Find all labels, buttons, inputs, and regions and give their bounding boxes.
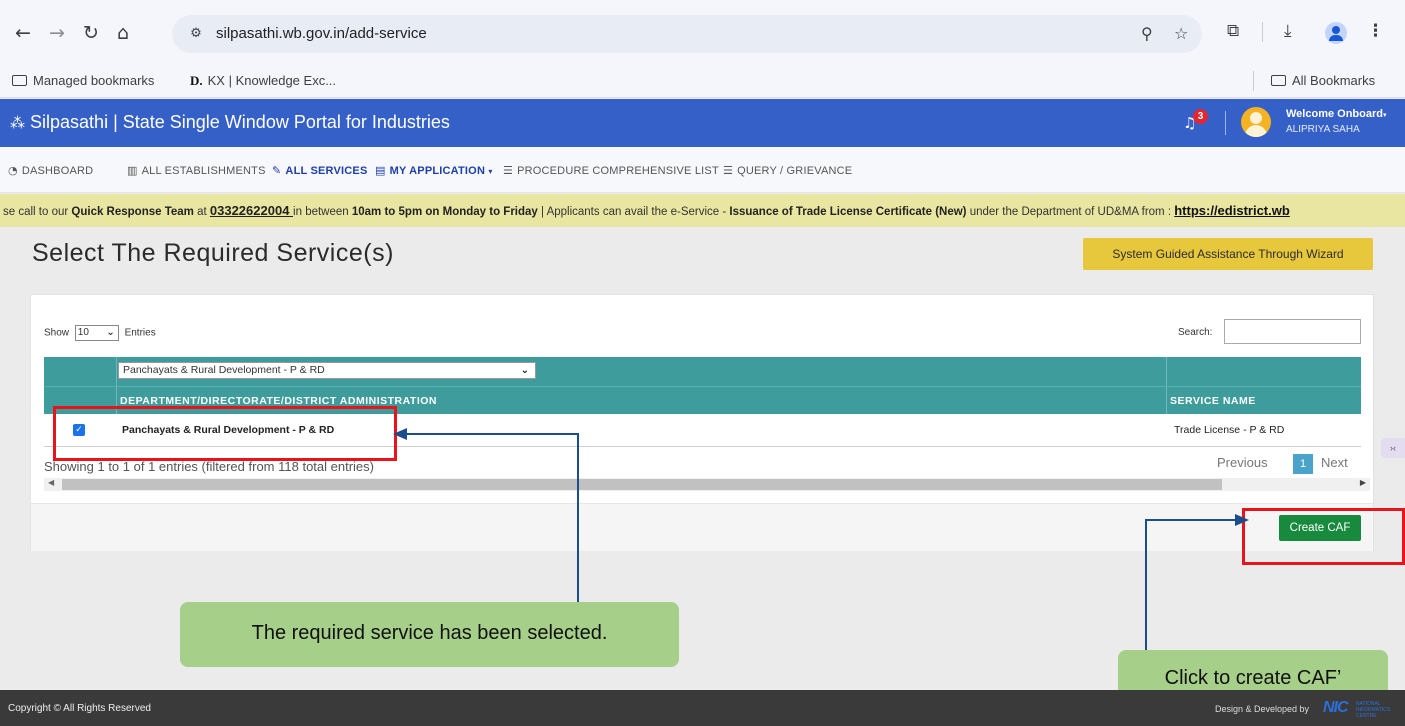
card-footer <box>31 503 1373 551</box>
show-entries: Show 10 ⌄ Entries <box>44 325 156 341</box>
chevron-down-icon: ⌄ <box>106 327 115 338</box>
menu-dashboard[interactable]: ◔ DASHBOARD <box>8 164 93 177</box>
arrow-left-icon <box>393 428 407 440</box>
search-label: Search: <box>1178 327 1213 338</box>
menu-query-grievance[interactable]: ☰ QUERY / GRIEVANCE <box>723 164 852 177</box>
table-info: Showing 1 to 1 of 1 entries (filtered fr… <box>44 459 374 474</box>
highlight-selected-row <box>53 406 397 461</box>
menu-procedure-list[interactable]: ☰ PROCEDURE COMPREHENSIVE LIST <box>503 164 719 177</box>
document-icon: ▤ <box>375 164 386 177</box>
pagination-page-1[interactable]: 1 <box>1293 454 1313 474</box>
highlight-create-caf <box>1242 508 1405 565</box>
page-title: Select The Required Service(s) <box>32 239 394 267</box>
all-bookmarks[interactable]: All Bookmarks <box>1271 73 1375 88</box>
menu-my-application[interactable]: ▤ MY APPLICATION ▾ <box>375 164 493 177</box>
annotation-line <box>1145 519 1147 651</box>
address-bar[interactable]: ⚙ silpasathi.wb.gov.in/add-service ⚲ ☆ <box>172 15 1202 53</box>
site-footer: Copyright © All Rights Reserved Design &… <box>0 690 1405 726</box>
annotation-line <box>406 433 578 435</box>
home-icon[interactable]: ⌂ <box>112 22 134 44</box>
marquee-text: se call to our Quick Response Team at 03… <box>3 203 1290 218</box>
reload-icon[interactable]: ↻ <box>80 22 102 44</box>
notification-badge: 3 <box>1193 109 1208 124</box>
wrench-icon: ✎ <box>272 164 282 177</box>
arrow-right-icon <box>1235 514 1249 526</box>
header-divider <box>1225 111 1226 135</box>
bookmark-star-icon[interactable]: ☆ <box>1174 24 1188 43</box>
bookmark-kx[interactable]: D. KX | Knowledge Exc... <box>190 73 336 89</box>
caret-down-icon: ▾ <box>1382 111 1387 119</box>
zoom-icon[interactable]: ⚲ <box>1141 24 1153 43</box>
site-settings-icon[interactable]: ⚙ <box>186 24 206 44</box>
menu-all-establishments[interactable]: ▥ ALL ESTABLISHMENTS <box>127 164 266 177</box>
table-filter-row: Panchayats & Rural Development - P & RD ⌄ <box>44 357 1361 386</box>
username: ALIPRIYA SAHA <box>1286 124 1360 135</box>
welcome-dropdown[interactable]: Welcome Onboard▾ <box>1286 108 1387 120</box>
nic-logo-subtext: NATIONAL INFORMATICS CENTRE <box>1356 701 1391 719</box>
caret-down-icon: ▾ <box>488 167 493 176</box>
browser-toolbar: ← → ↻ ⌂ ⚙ silpasathi.wb.gov.in/add-servi… <box>0 0 1405 64</box>
list-icon: ☰ <box>503 164 514 177</box>
menu-all-services[interactable]: ✎ ALL SERVICES <box>272 164 368 177</box>
url-text[interactable]: silpasathi.wb.gov.in/add-service <box>216 25 427 42</box>
extensions-icon[interactable]: ⧉ <box>1227 21 1239 41</box>
download-icon[interactable]: ⤓ <box>1284 21 1292 41</box>
copyright-text: Copyright © All Rights Reserved <box>8 703 151 714</box>
site-header: ⁂ Silpasathi | State Single Window Porta… <box>0 99 1405 147</box>
building-icon: ▥ <box>127 164 138 177</box>
main-menu: ◔ DASHBOARD ▥ ALL ESTABLISHMENTS ✎ ALL SERV… <box>0 147 1405 193</box>
pagination-previous[interactable]: Previous <box>1217 455 1268 470</box>
pagination-next[interactable]: Next <box>1321 455 1348 470</box>
phone-number: 03322622004 <box>209 203 294 218</box>
horizontal-scrollbar[interactable]: ◀ ▶ <box>44 478 1370 491</box>
folder-icon <box>1271 75 1286 86</box>
forward-arrow-icon[interactable]: → <box>46 22 68 44</box>
designed-by-text: Design & Developed by <box>1215 704 1310 714</box>
annotation-line <box>1145 519 1237 521</box>
back-arrow-icon[interactable]: ← <box>12 22 34 44</box>
gauge-icon: ◔ <box>8 164 18 177</box>
sitemap-icon: ⁂ <box>10 114 25 132</box>
department-filter-select[interactable]: Panchayats & Rural Development - P & RD ⌄ <box>118 362 536 379</box>
toolbar-divider <box>1262 22 1263 42</box>
chevron-down-icon: ⌄ <box>520 365 529 376</box>
announcement-marquee: se call to our Quick Response Team at 03… <box>0 194 1405 227</box>
nic-logo[interactable]: NIC <box>1323 699 1349 717</box>
edistrict-link[interactable]: https://edistrict.wb <box>1174 203 1290 218</box>
scrollbar-thumb[interactable] <box>62 479 1222 490</box>
brand-title[interactable]: ⁂ Silpasathi | State Single Window Porta… <box>10 112 450 133</box>
side-collapse-tab[interactable]: ›‹ <box>1381 438 1405 458</box>
scroll-left-icon[interactable]: ◀ <box>48 478 54 487</box>
column-header-service[interactable]: SERVICE NAME <box>1170 395 1256 407</box>
profile-avatar-icon[interactable] <box>1325 22 1347 44</box>
bookmark-managed[interactable]: Managed bookmarks <box>12 73 154 88</box>
managed-folder-icon <box>12 75 27 86</box>
row-service: Trade License - P & RD <box>1174 424 1285 436</box>
user-avatar[interactable] <box>1241 107 1271 137</box>
list-icon: ☰ <box>723 164 734 177</box>
kebab-menu-icon[interactable]: ⋮ <box>1367 21 1384 41</box>
annotation-line <box>577 433 579 602</box>
page-size-select[interactable]: 10 ⌄ <box>74 325 119 341</box>
callout-service-selected: The required service has been selected. <box>180 602 679 667</box>
search-input[interactable] <box>1224 319 1361 344</box>
kx-favicon-icon: D. <box>190 73 203 88</box>
wizard-assistance-button[interactable]: System Guided Assistance Through Wizard <box>1083 238 1373 270</box>
scroll-right-icon[interactable]: ▶ <box>1360 478 1366 487</box>
bookmarks-divider <box>1253 71 1254 91</box>
bookmarks-bar: Managed bookmarks D. KX | Knowledge Exc..… <box>0 64 1405 98</box>
